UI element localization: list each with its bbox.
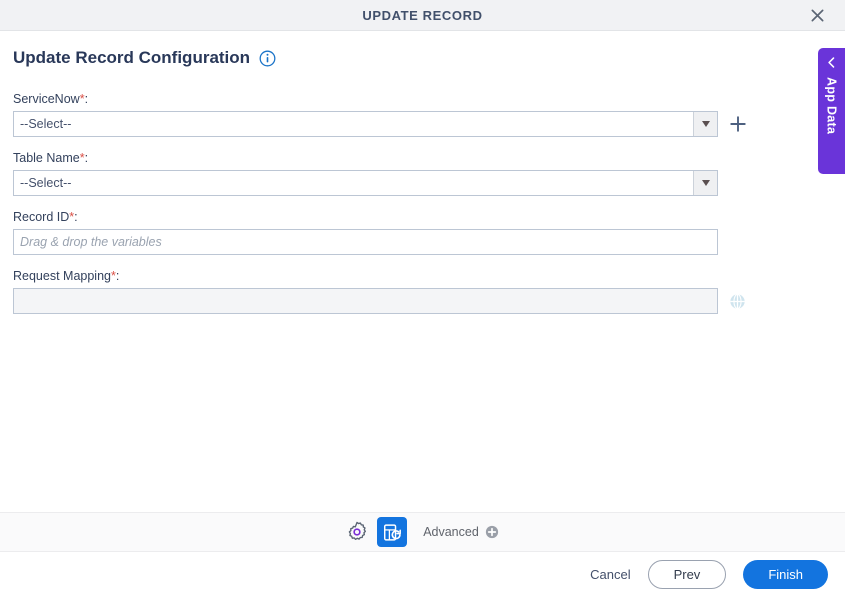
servicenow-select-value: --Select-- [20, 117, 72, 131]
close-icon [811, 9, 823, 22]
label-record-id: Record ID*: [13, 210, 773, 224]
advanced-group[interactable]: Advanced [423, 525, 499, 539]
field-table-name: Table Name*: --Select-- [13, 151, 773, 196]
control-row-request-mapping [13, 288, 773, 314]
update-record-dialog: UPDATE RECORD Update Record Configuratio… [0, 0, 845, 597]
plus-icon [730, 116, 746, 132]
label-text: Request Mapping [13, 269, 111, 283]
add-servicenow-button[interactable] [727, 113, 749, 135]
field-servicenow: ServiceNow*: --Select-- [13, 92, 773, 137]
request-mapping-input[interactable] [13, 288, 718, 314]
app-data-tab[interactable]: App Data [818, 48, 845, 174]
close-button[interactable] [797, 0, 837, 31]
record-id-input[interactable] [13, 229, 718, 255]
chevron-left-icon [828, 57, 835, 68]
plus-circle-icon[interactable] [485, 525, 499, 539]
control-row-record-id [13, 229, 773, 255]
label-request-mapping: Request Mapping*: [13, 269, 773, 283]
prev-button[interactable]: Prev [647, 560, 727, 589]
dialog-title: UPDATE RECORD [362, 7, 483, 23]
cancel-button[interactable]: Cancel [590, 567, 630, 582]
label-text: Table Name [13, 151, 80, 165]
label-colon: : [74, 210, 78, 224]
dialog-titlebar: UPDATE RECORD [0, 0, 845, 31]
label-colon: : [115, 269, 120, 283]
chevron-down-icon[interactable] [693, 171, 717, 195]
label-colon: : [84, 92, 89, 106]
label-table-name: Table Name*: [13, 151, 773, 165]
form-refresh-icon [383, 523, 401, 541]
label-servicenow: ServiceNow*: [13, 92, 773, 106]
control-row-table-name: --Select-- [13, 170, 773, 196]
app-data-label: App Data [824, 77, 839, 135]
label-colon: : [84, 151, 89, 165]
field-request-mapping: Request Mapping*: [13, 269, 773, 314]
info-icon[interactable] [259, 50, 276, 67]
chevron-down-icon[interactable] [693, 112, 717, 136]
servicenow-select[interactable]: --Select-- [13, 111, 718, 137]
bottom-toolbar: Advanced [0, 512, 845, 552]
control-row-servicenow: --Select-- [13, 111, 773, 137]
table-name-select-value: --Select-- [20, 176, 72, 190]
globe-icon [729, 293, 745, 309]
page-heading: Update Record Configuration [13, 48, 276, 68]
gear-icon[interactable] [346, 521, 368, 543]
advanced-label: Advanced [423, 525, 479, 539]
label-text: ServiceNow [13, 92, 80, 106]
form-refresh-tool-button[interactable] [377, 517, 408, 547]
configuration-form: ServiceNow*: --Select-- Table Name*: --S… [13, 92, 773, 328]
request-mapping-globe-button[interactable] [727, 291, 747, 311]
table-name-select[interactable]: --Select-- [13, 170, 718, 196]
page-title: Update Record Configuration [13, 48, 251, 67]
finish-button[interactable]: Finish [743, 560, 828, 589]
dialog-footer: Cancel Prev Finish [0, 552, 845, 597]
label-text: Record ID [13, 210, 70, 224]
field-record-id: Record ID*: [13, 210, 773, 255]
